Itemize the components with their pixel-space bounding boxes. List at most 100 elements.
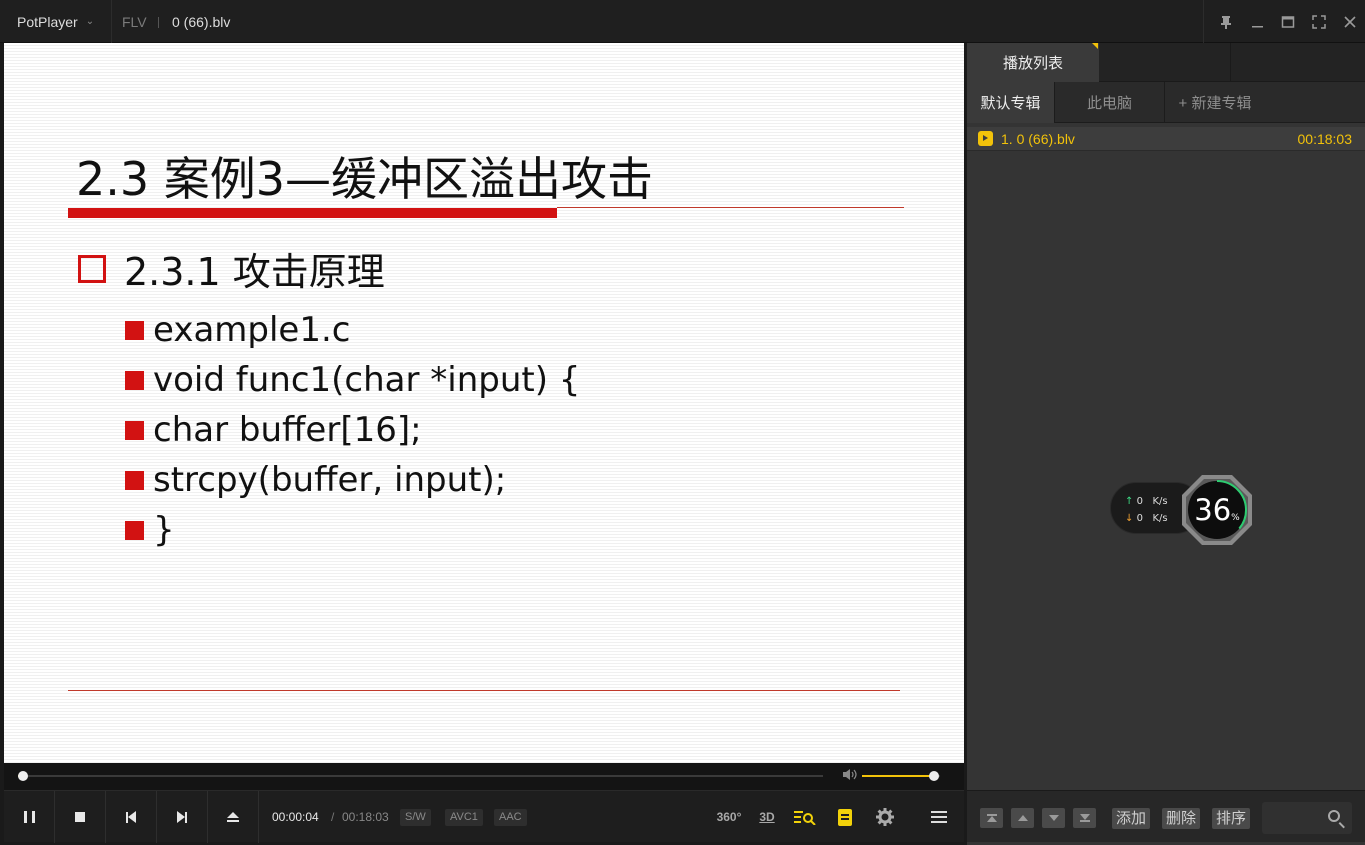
menu-button[interactable] <box>920 791 958 843</box>
title-rule <box>557 207 904 208</box>
decoder-badge[interactable]: S/W <box>400 809 431 826</box>
open-file-button[interactable] <box>208 791 259 843</box>
hollow-square-bullet-icon <box>78 254 106 283</box>
slide-title: 2.3 案例3—缓冲区溢出攻击 <box>76 152 654 206</box>
seek-handle[interactable] <box>18 771 29 781</box>
bullet-text: char buffer[16]; <box>153 410 422 450</box>
chevron-down-icon: ⌄ <box>85 16 95 27</box>
maximize-icon[interactable] <box>1272 0 1303 43</box>
arrow-up-icon <box>1017 815 1028 821</box>
album-default[interactable]: 默认专辑 <box>967 82 1055 123</box>
slide-footer-rule <box>68 690 900 691</box>
play-icon <box>978 131 993 146</box>
video-codec-badge[interactable]: AVC1 <box>445 809 483 826</box>
add-button[interactable]: 添加 <box>1112 808 1151 829</box>
square-bullet-icon <box>125 320 144 340</box>
close-icon[interactable] <box>1334 0 1365 43</box>
slide-bullet: } <box>125 505 580 555</box>
app-name: PotPlayer <box>17 13 78 30</box>
video-display[interactable]: 2.3 案例3—缓冲区溢出攻击 2.3.1 攻击原理 example1.c vo… <box>4 43 964 763</box>
slide-heading: 2.3.1 攻击原理 <box>124 250 385 294</box>
next-button[interactable] <box>157 791 208 843</box>
stop-icon <box>75 812 85 822</box>
new-album-button[interactable]: + 新建专辑 <box>1165 82 1265 123</box>
volume-level <box>862 775 934 777</box>
playlist-search-input[interactable] <box>1262 802 1352 834</box>
arrow-top-icon <box>986 816 997 822</box>
usage-gauge: 36% <box>1180 473 1254 547</box>
hamburger-menu-icon <box>931 816 947 818</box>
move-down-button[interactable] <box>1042 808 1065 828</box>
pause-icon <box>23 811 35 823</box>
title-bar: PotPlayer ⌄ FLV 0 (66).blv <box>0 0 1365 43</box>
pin-icon[interactable] <box>1210 0 1241 43</box>
subtitle-button[interactable] <box>826 791 864 843</box>
tab-separator <box>1230 43 1231 82</box>
volume-handle[interactable] <box>928 771 939 781</box>
subtitle-icon <box>838 808 852 826</box>
bullet-text: } <box>153 510 175 550</box>
move-to-bottom-button[interactable] <box>1073 808 1096 828</box>
playlist-footer: 添加 删除 排序 <box>967 790 1365 842</box>
settings-button[interactable] <box>866 791 904 843</box>
upload-speed: ↑ 0 K/s <box>1125 496 1168 507</box>
network-monitor-widget[interactable]: ↑ 0 K/s ↓ 0 K/s 36% <box>1110 473 1260 547</box>
slide-bullet: void func1(char *input) { <box>125 355 580 405</box>
3d-button[interactable]: 3D <box>748 791 786 843</box>
tab-playlist[interactable]: 播放列表 <box>967 43 1099 82</box>
pause-button[interactable] <box>4 791 55 843</box>
eject-icon <box>227 812 239 822</box>
playlist-item[interactable]: 1. 0 (66).blv 00:18:03 <box>967 127 1365 151</box>
gear-icon <box>876 808 894 826</box>
subtitle-search-icon <box>794 811 816 825</box>
format-label: FLV <box>122 14 147 30</box>
tab-indicator <box>1092 43 1098 49</box>
download-speed: ↓ 0 K/s <box>1125 513 1168 524</box>
square-bullet-icon <box>125 420 144 440</box>
square-bullet-icon <box>125 470 144 490</box>
square-bullet-icon <box>125 370 144 390</box>
volume-icon[interactable] <box>842 768 857 784</box>
seek-area <box>4 763 964 790</box>
playlist-panel: 播放列表 默认专辑 此电脑 + 新建专辑 1. 0 (66).blv 00:18… <box>967 43 1365 845</box>
album-this-pc[interactable]: 此电脑 <box>1055 82 1165 123</box>
time-separator: / <box>331 810 335 824</box>
slide-bullet: strcpy(buffer, input); <box>125 455 580 505</box>
window-controls <box>1203 0 1365 43</box>
search-icon[interactable] <box>1328 810 1340 822</box>
playlist-item-duration: 00:18:03 <box>1297 131 1353 147</box>
arrow-down-icon <box>1048 815 1059 821</box>
move-to-top-button[interactable] <box>980 808 1003 828</box>
move-up-button[interactable] <box>1011 808 1034 828</box>
stop-button[interactable] <box>55 791 106 843</box>
total-time: 00:18:03 <box>342 810 389 824</box>
control-bar: 00:00:04 / 00:18:03 S/W AVC1 AAC 360° 3D <box>4 790 964 843</box>
audio-codec-badge[interactable]: AAC <box>494 809 527 826</box>
bullet-text: void func1(char *input) { <box>153 360 581 400</box>
file-name: 0 (66).blv <box>172 14 231 30</box>
slide-bullet: example1.c <box>125 305 580 355</box>
delete-button[interactable]: 删除 <box>1162 808 1201 829</box>
app-menu-button[interactable]: PotPlayer ⌄ <box>0 0 112 43</box>
slide-bullet: char buffer[16]; <box>125 405 580 455</box>
vr-360-button[interactable]: 360° <box>710 791 748 843</box>
subtitle-search-button[interactable] <box>786 791 824 843</box>
bullet-text: example1.c <box>153 310 351 350</box>
3d-icon: 3D <box>759 810 775 824</box>
vr-360-icon: 360° <box>716 810 742 824</box>
usage-percent: 36% <box>1194 493 1240 527</box>
sort-button[interactable]: 排序 <box>1212 808 1251 829</box>
seek-bar[interactable] <box>18 775 823 777</box>
download-arrow-icon: ↓ <box>1125 513 1134 524</box>
current-time: 00:00:04 <box>272 810 319 824</box>
skip-previous-icon <box>126 811 136 823</box>
playlist-item-name: 1. 0 (66).blv <box>1001 131 1075 147</box>
title-underline <box>68 208 557 218</box>
previous-button[interactable] <box>106 791 157 843</box>
slide-bullet-list: example1.c void func1(char *input) { cha… <box>125 305 580 555</box>
fullscreen-icon[interactable] <box>1303 0 1334 43</box>
playlist-tab-bar: 播放列表 <box>967 43 1365 82</box>
upload-arrow-icon: ↑ <box>1125 496 1134 507</box>
square-bullet-icon <box>125 520 144 540</box>
minimize-icon[interactable] <box>1241 0 1272 43</box>
